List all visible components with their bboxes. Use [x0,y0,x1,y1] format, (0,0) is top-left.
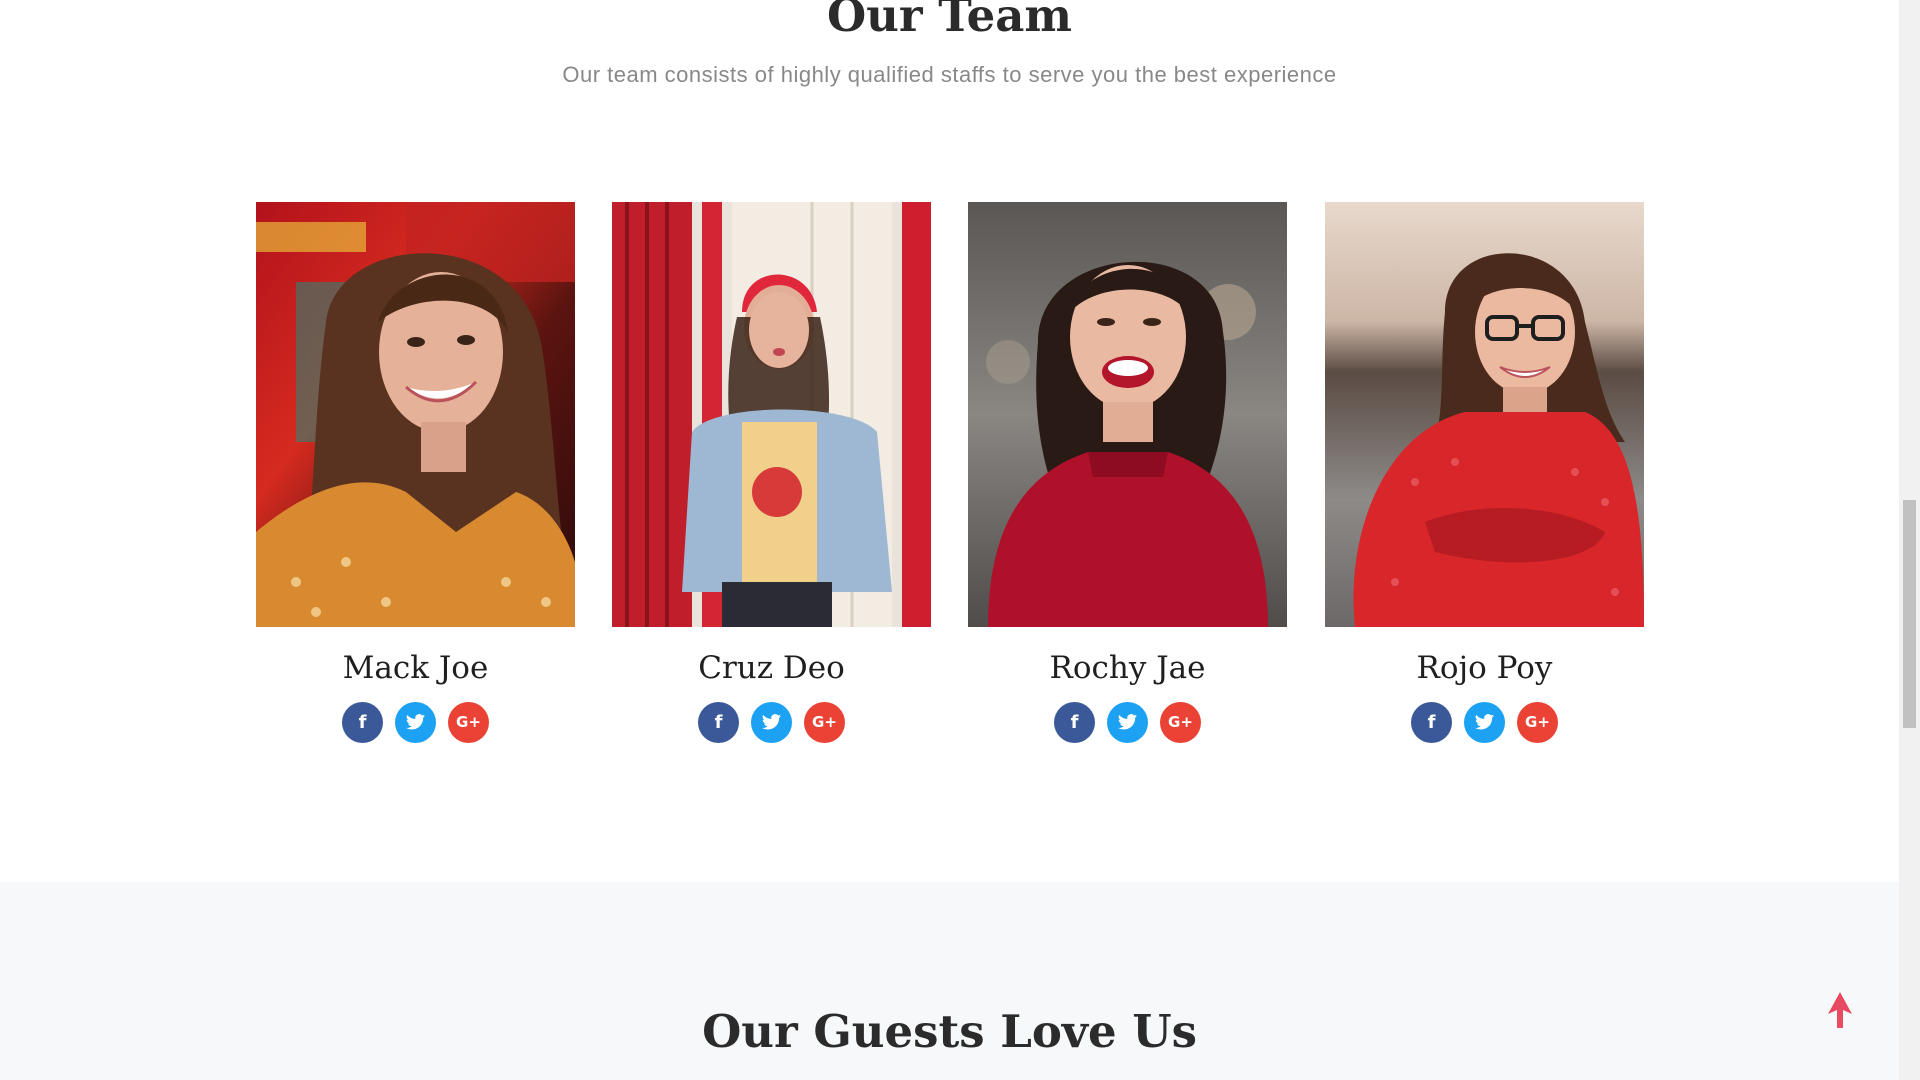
twitter-link[interactable] [1107,702,1148,743]
google-plus-link[interactable]: G+ [1160,702,1201,743]
twitter-link[interactable] [1464,702,1505,743]
member-photo [256,202,575,627]
social-links: f G+ [1325,702,1644,744]
team-card: Cruz Deo f G+ [612,202,931,762]
twitter-link[interactable] [395,702,436,743]
guests-section: Our Guests Love Us [0,882,1899,1080]
google-plus-link[interactable]: G+ [1517,702,1558,743]
facebook-link[interactable]: f [1411,702,1452,743]
member-name: Rojo Poy [1416,650,1553,686]
facebook-icon: f [358,712,367,733]
facebook-icon: f [714,712,723,733]
member-name: Mack Joe [342,650,489,686]
team-cards: Mack Joe f G+ Cruz Deo f G+ Rochy Jae f … [256,202,1644,762]
member-name: Cruz Deo [698,650,845,686]
facebook-link[interactable]: f [1054,702,1095,743]
twitter-icon [1474,714,1495,730]
facebook-link[interactable]: f [698,702,739,743]
guests-title: Our Guests Love Us [702,1005,1197,1058]
team-card: Mack Joe f G+ [256,202,575,762]
twitter-link[interactable] [751,702,792,743]
team-title: Our Team [826,0,1073,42]
member-photo [1325,202,1644,627]
page-scrollbar[interactable] [1899,0,1920,1080]
twitter-icon [761,714,782,730]
social-links: f G+ [256,702,575,744]
member-name: Rochy Jae [1049,650,1206,686]
google-plus-icon: G+ [1525,713,1550,731]
member-photo [968,202,1287,627]
team-card: Rochy Jae f G+ [968,202,1287,762]
facebook-icon: f [1070,712,1079,733]
team-subtitle: Our team consists of highly qualified st… [562,62,1337,87]
scrollbar-thumb[interactable] [1903,500,1916,728]
google-plus-link[interactable]: G+ [448,702,489,743]
facebook-link[interactable]: f [342,702,383,743]
team-card: Rojo Poy f G+ [1325,202,1644,762]
team-section: Our Team Our team consists of highly qua… [0,0,1899,882]
member-photo [612,202,931,627]
google-plus-link[interactable]: G+ [804,702,845,743]
google-plus-icon: G+ [1168,713,1193,731]
twitter-icon [405,714,426,730]
google-plus-icon: G+ [812,713,837,731]
facebook-icon: f [1427,712,1436,733]
back-to-top-button[interactable] [1822,990,1858,1030]
google-plus-icon: G+ [456,713,481,731]
page: Our Team Our team consists of highly qua… [0,0,1920,1080]
social-links: f G+ [612,702,931,744]
twitter-icon [1117,714,1138,730]
arrow-up-icon [1828,992,1852,1028]
social-links: f G+ [968,702,1287,744]
